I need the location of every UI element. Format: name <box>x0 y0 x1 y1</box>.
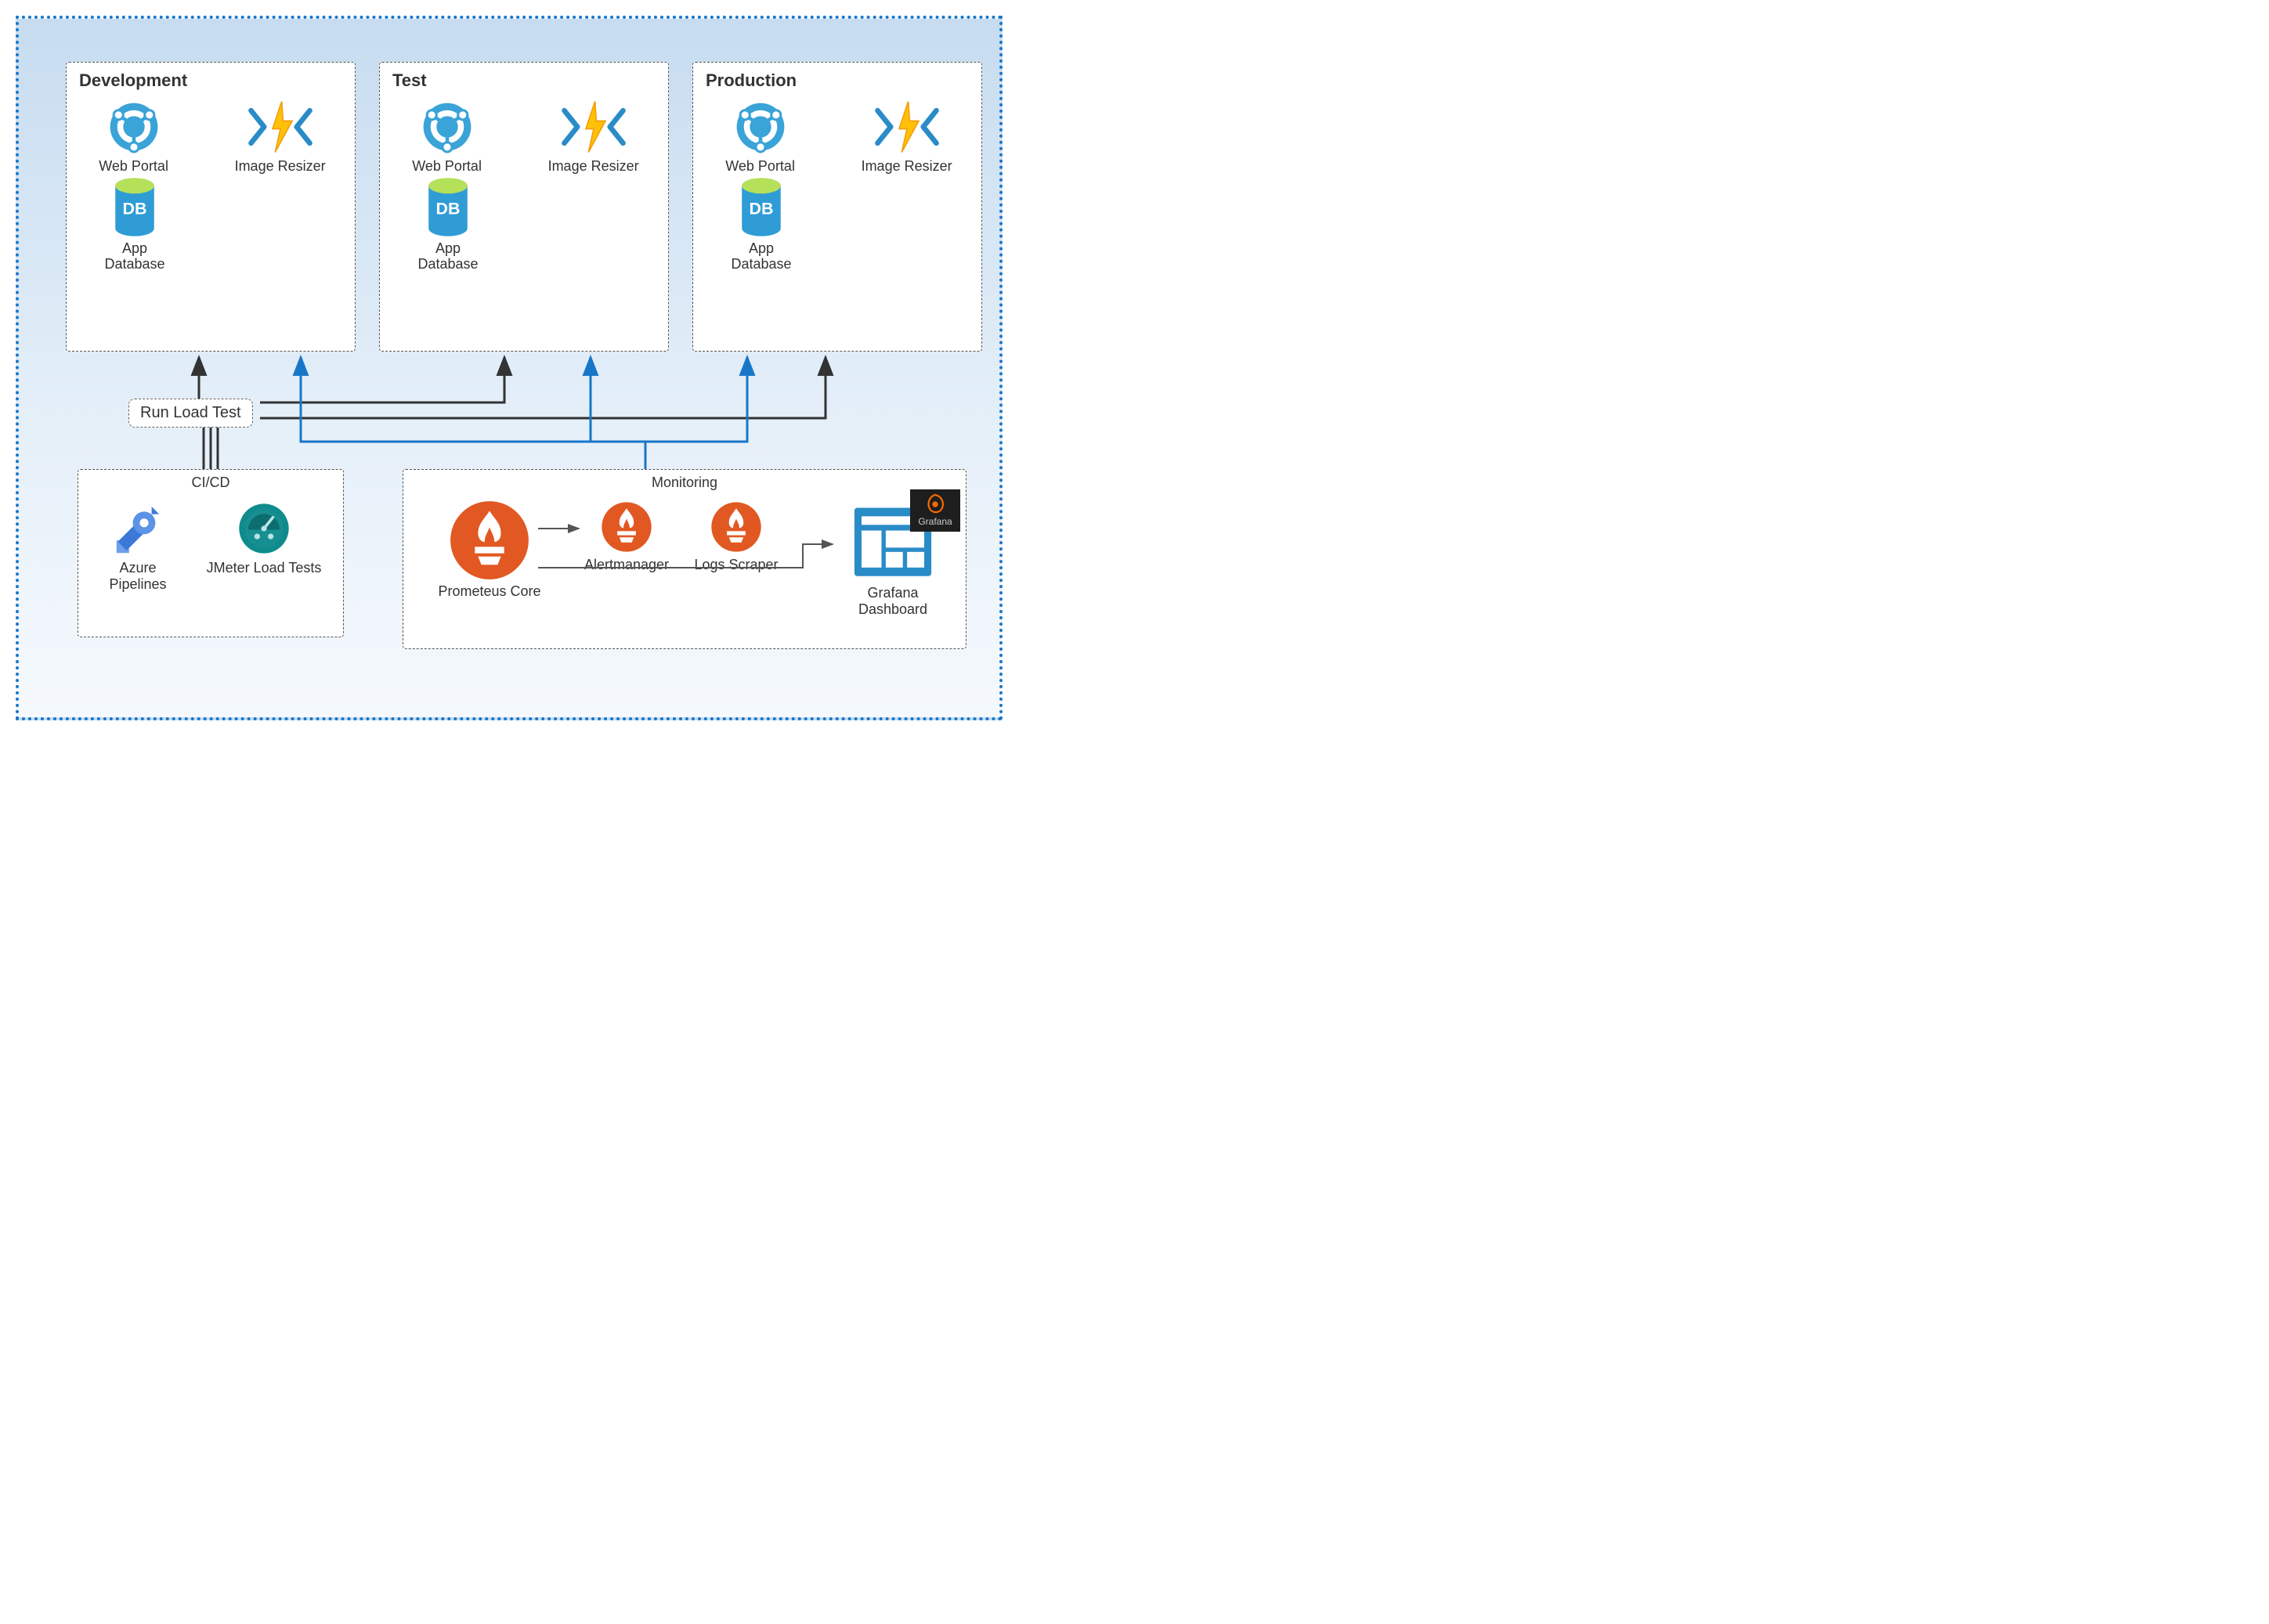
image-resizer-icon <box>215 96 345 158</box>
web-portal-label: Web Portal <box>703 158 818 175</box>
database-label: App Database <box>76 240 193 272</box>
env-test: Test Web Portal Image Resizer DB App Dat <box>379 62 669 352</box>
cicd-title: CI/CD <box>78 475 343 491</box>
jmeter-label: JMeter Load Tests <box>193 560 334 576</box>
database-icon: DB <box>389 178 507 240</box>
image-resizer-icon <box>528 96 659 158</box>
grafana-tag-label: Grafana <box>918 516 952 527</box>
azure-pipelines-icon <box>87 497 189 560</box>
azure-pipelines-label: Azure Pipelines <box>87 560 189 592</box>
cicd-box: CI/CD Azure Pipelines JMeter Load Tests <box>78 469 344 637</box>
prometheus-icon <box>427 497 552 583</box>
run-load-test-label: Run Load Test <box>140 404 241 421</box>
web-portal-label: Web Portal <box>76 158 191 175</box>
image-resizer-label: Image Resizer <box>528 158 659 175</box>
logs-scraper-icon <box>681 497 791 557</box>
web-portal-label: Web Portal <box>389 158 504 175</box>
alertmanager-icon <box>572 497 681 557</box>
monitoring-title: Monitoring <box>403 475 966 491</box>
logs-scraper-label: Logs Scraper <box>681 557 791 573</box>
env-title: Test <box>392 70 656 91</box>
grafana-dashboard-label: Grafana Dashboard <box>830 585 956 617</box>
image-resizer-label: Image Resizer <box>841 158 972 175</box>
run-load-test-box: Run Load Test <box>128 399 253 428</box>
web-portal-icon <box>389 96 504 158</box>
svg-text:DB: DB <box>123 199 147 218</box>
database-label: App Database <box>703 240 820 272</box>
database-label: App Database <box>389 240 507 272</box>
svg-text:DB: DB <box>436 199 461 218</box>
svg-text:DB: DB <box>750 199 774 218</box>
architecture-diagram: Development Web Portal Image Resizer DB <box>16 16 1003 720</box>
env-title: Production <box>706 70 969 91</box>
env-development: Development Web Portal Image Resizer DB <box>66 62 356 352</box>
env-title: Development <box>79 70 342 91</box>
database-icon: DB <box>703 178 820 240</box>
grafana-logo-badge: Grafana <box>910 489 960 532</box>
prometheus-label: Prometeus Core <box>427 583 552 600</box>
image-resizer-icon <box>841 96 972 158</box>
database-icon: DB <box>76 178 193 240</box>
image-resizer-label: Image Resizer <box>215 158 345 175</box>
alertmanager-label: Alertmanager <box>572 557 681 573</box>
web-portal-icon <box>76 96 191 158</box>
env-production: Production Web Portal Image Resizer DB A <box>692 62 982 352</box>
web-portal-icon <box>703 96 818 158</box>
jmeter-icon <box>193 497 334 560</box>
monitoring-box: Monitoring Prometeus Core Alertmanager <box>403 469 966 649</box>
